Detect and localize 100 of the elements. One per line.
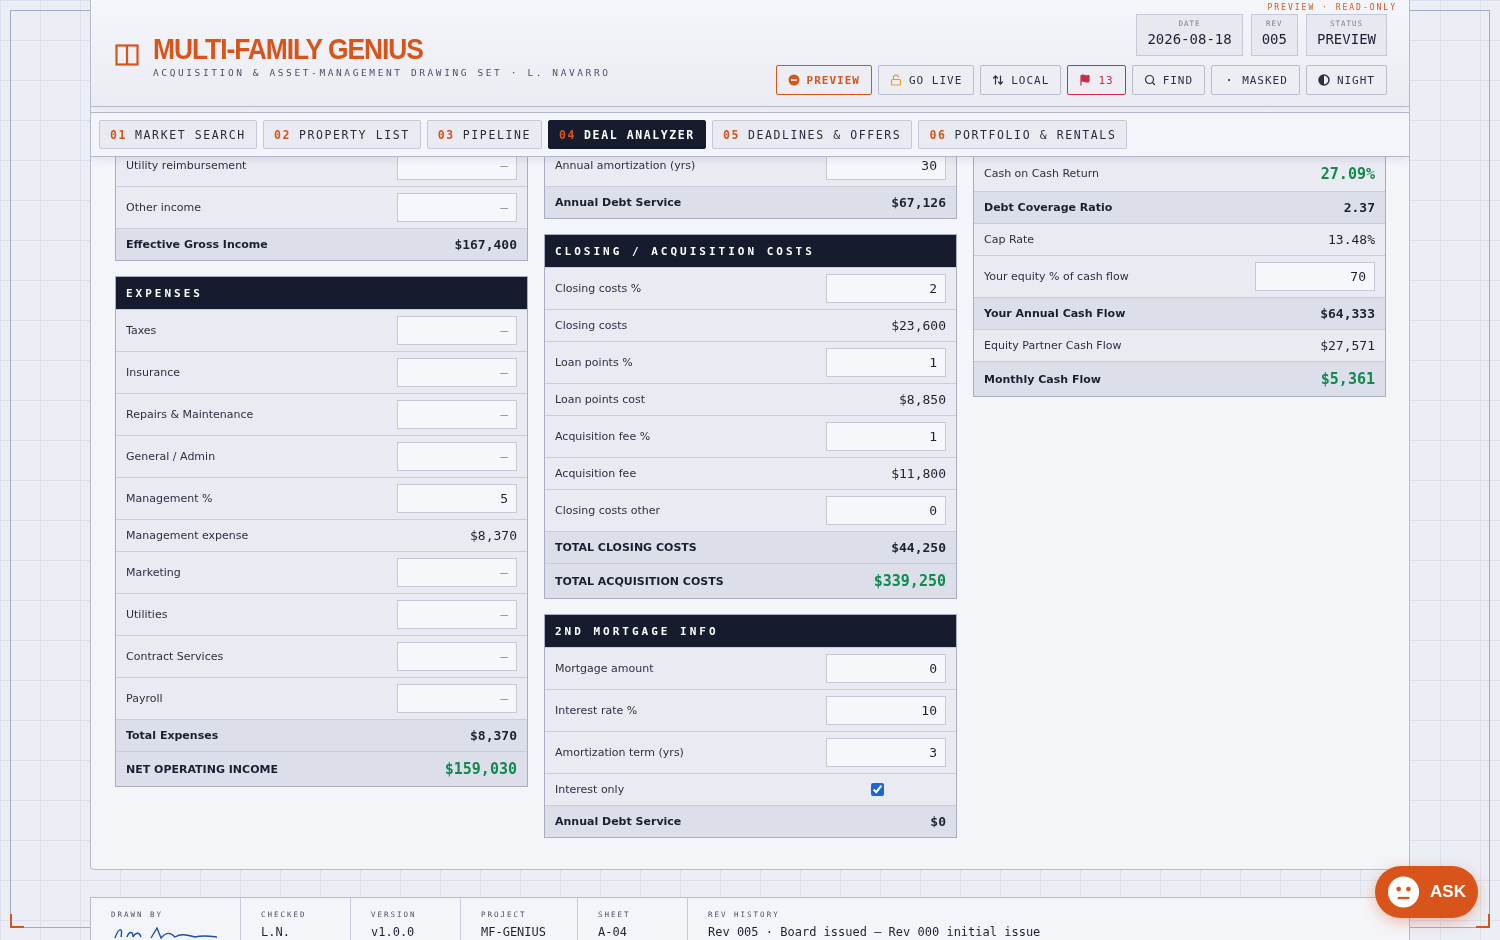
mode-note: PREVIEW · READ-ONLY: [1267, 3, 1397, 12]
row-label: Equity Partner Cash Flow: [984, 339, 1122, 352]
row-label: Management %: [126, 492, 213, 505]
nav-tab[interactable]: 06 PORTFOLIO & RENTALS: [918, 120, 1128, 149]
row-label: Repairs & Maintenance: [126, 408, 254, 421]
row-value: $67,126: [891, 195, 946, 210]
nav-tab[interactable]: 01 MARKET SEARCH: [99, 120, 257, 149]
input-field[interactable]: –: [397, 400, 517, 429]
row-label: Your equity % of cash flow: [984, 270, 1129, 283]
row-value: $11,800: [891, 466, 946, 481]
row-value: $0: [930, 814, 946, 829]
row-label: TOTAL ACQUISITION COSTS: [555, 574, 724, 588]
panel-title: 2ND MORTGAGE INFO: [545, 615, 956, 647]
row-value: $27,571: [1320, 338, 1375, 353]
input-field[interactable]: 30: [826, 157, 946, 180]
title-block-value: L.N.: [261, 926, 291, 939]
toolbar-button[interactable]: FIND: [1131, 65, 1206, 95]
row-value: 27.09%: [1320, 164, 1375, 183]
row-value: $8,850: [899, 392, 946, 407]
input-field[interactable]: –: [397, 193, 517, 222]
toolbar-button[interactable]: GO LIVE: [877, 65, 975, 95]
row-label: Other income: [126, 201, 202, 214]
input-field[interactable]: 3: [826, 738, 946, 767]
row-label: Payroll: [126, 692, 163, 705]
row-label: Insurance: [126, 366, 180, 379]
app-subtitle: ACQUISITION & ASSET-MANAGEMENT DRAWING SET · L. NAVARRO: [153, 66, 611, 78]
input-field[interactable]: 0: [826, 654, 946, 683]
row-label: Interest rate %: [555, 704, 638, 717]
row-label: Mortgage amount: [555, 662, 654, 675]
input-field[interactable]: –: [397, 316, 517, 345]
row-label: Taxes: [126, 324, 157, 337]
row-value: $5,361: [1320, 370, 1375, 388]
row-value: $23,600: [891, 318, 946, 333]
row-value: 13.48%: [1328, 232, 1375, 247]
row-value: $8,370: [470, 528, 517, 543]
toolbar-button[interactable]: MASKED: [1211, 65, 1300, 95]
ask-button[interactable]: ASK: [1375, 866, 1478, 918]
nav-tab[interactable]: 05 DEADLINES & OFFERS: [711, 120, 913, 149]
input-field[interactable]: 5: [397, 484, 517, 513]
input-field[interactable]: 1: [826, 348, 946, 377]
row-value: 2.37: [1343, 200, 1375, 215]
nav-tab[interactable]: 03 PIPELINE: [426, 120, 542, 149]
row-label: Annual Debt Service: [555, 815, 682, 828]
row-label: Contract Services: [126, 650, 224, 663]
row-label: Management expense: [126, 529, 249, 542]
title-block-value: v1.0.0: [371, 926, 416, 939]
row-label: General / Admin: [126, 450, 216, 463]
row-value: $339,250: [873, 572, 946, 590]
row-label: Cash on Cash Return: [984, 167, 1099, 180]
row-label: Effective Gross Income: [126, 238, 268, 251]
row-label: Utilities: [126, 608, 168, 621]
input-field[interactable]: 0: [826, 496, 946, 525]
title-block-value: Rev 005 · Board issued — Rev 000 initial issue: [708, 926, 1042, 939]
input-field[interactable]: –: [397, 558, 517, 587]
meta-value: 005: [1261, 31, 1287, 47]
input-field[interactable]: 1: [826, 422, 946, 451]
row-value: $167,400: [454, 237, 517, 252]
panel-title: EXPENSES: [116, 277, 527, 309]
row-label: Acquisition fee: [555, 467, 637, 480]
row-value: $64,333: [1320, 306, 1375, 321]
row-label: Cap Rate: [984, 233, 1035, 246]
row-label: NET OPERATING INCOME: [126, 762, 278, 776]
input-field[interactable]: –: [397, 157, 517, 180]
toolbar-button[interactable]: LOCAL: [980, 65, 1062, 95]
input-field[interactable]: 70: [1255, 262, 1375, 291]
meta-value: PREVIEW: [1317, 31, 1376, 47]
title-block-value: A-04: [598, 926, 628, 939]
row-label: Debt Coverage Ratio: [984, 201, 1113, 214]
row-label: Your Annual Cash Flow: [984, 307, 1126, 320]
row-value: $8,370: [470, 728, 517, 743]
panel-title: CLOSING / ACQUISITION COSTS: [545, 235, 956, 267]
row-label: Interest only: [555, 783, 625, 796]
row-label: Loan points %: [555, 356, 633, 369]
nav-tab[interactable]: 02 PROPERTY LIST: [262, 120, 421, 149]
row-label: Closing costs %: [555, 282, 642, 295]
row-value: $44,250: [891, 540, 946, 555]
input-field[interactable]: –: [397, 684, 517, 713]
row-label: Closing costs: [555, 319, 628, 332]
row-label: Total Expenses: [126, 729, 219, 742]
row-label: Annual amortization (yrs): [555, 158, 696, 172]
row-value: $159,030: [444, 760, 517, 778]
input-field[interactable]: 2: [826, 274, 946, 303]
input-field[interactable]: –: [397, 442, 517, 471]
nav-tab[interactable]: 04 DEAL ANALYZER: [548, 120, 706, 149]
toolbar-button[interactable]: 13: [1067, 65, 1126, 95]
input-field[interactable]: –: [397, 642, 517, 671]
row-label: Monthly Cash Flow: [984, 372, 1101, 386]
row-label: Annual Debt Service: [555, 196, 682, 209]
input-field[interactable]: –: [397, 600, 517, 629]
toolbar-button[interactable]: NIGHT: [1305, 65, 1387, 95]
row-label: Acquisition fee %: [555, 430, 651, 443]
input-field[interactable]: 10: [826, 696, 946, 725]
row-label: Utility reimbursement: [126, 158, 247, 172]
app-title: MULTI-FAMILY GENIUS: [153, 32, 424, 65]
row-label: Loan points cost: [555, 393, 645, 406]
row-label: Marketing: [126, 566, 181, 579]
input-field[interactable]: –: [397, 358, 517, 387]
row-label: Closing costs other: [555, 504, 661, 517]
title-block-value: MF-GENIUS: [481, 926, 548, 939]
row-label: Amortization term (yrs): [555, 746, 684, 759]
